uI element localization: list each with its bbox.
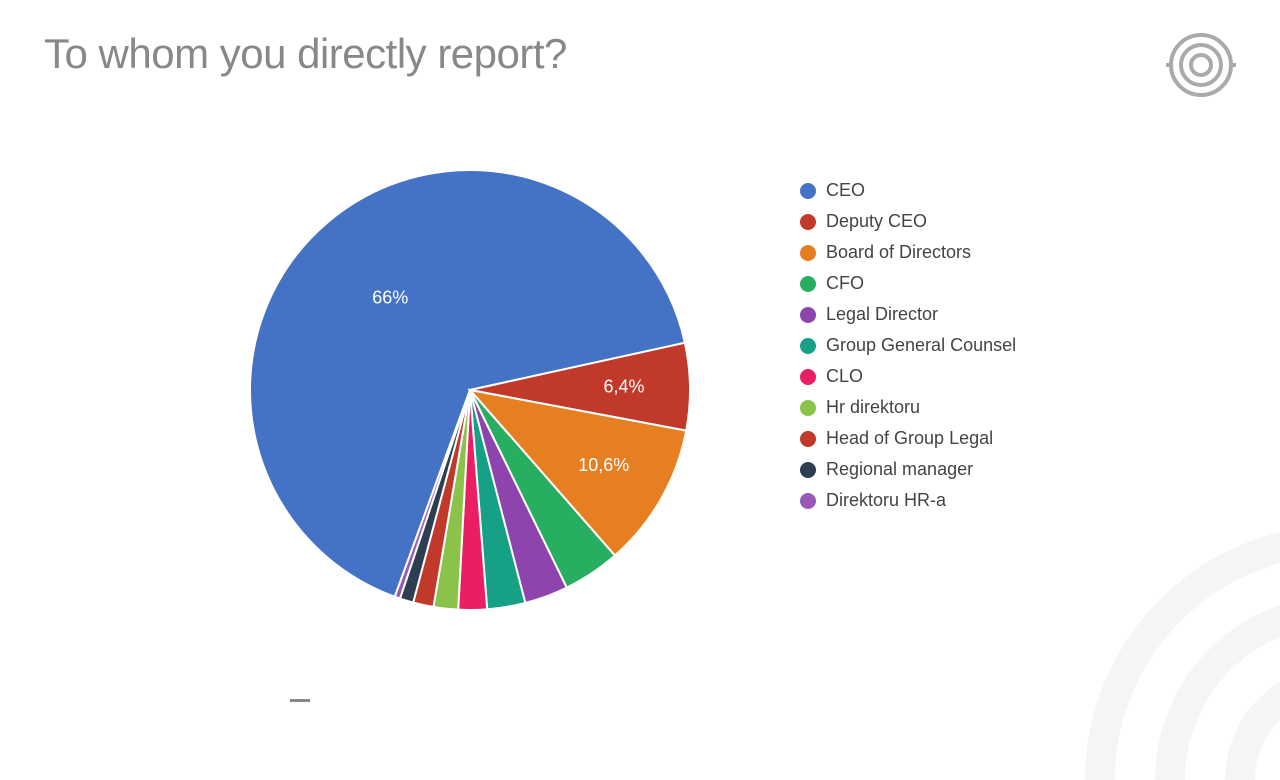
legend-item: CLO (800, 366, 1016, 387)
logo-icon (1166, 30, 1236, 100)
legend-item: Board of Directors (800, 242, 1016, 263)
svg-text:10,6%: 10,6% (578, 455, 629, 475)
legend-label: Legal Director (826, 304, 938, 325)
legend-item: CEO (800, 180, 1016, 201)
legend-label: Group General Counsel (826, 335, 1016, 356)
slide-indicator (290, 699, 310, 702)
legend-label: CLO (826, 366, 863, 387)
legend-label: Head of Group Legal (826, 428, 993, 449)
legend-item: Direktoru HR-a (800, 490, 1016, 511)
legend-item: CFO (800, 273, 1016, 294)
legend-item: Deputy CEO (800, 211, 1016, 232)
legend-label: Hr direktoru (826, 397, 920, 418)
legend-item: Legal Director (800, 304, 1016, 325)
legend-dot (800, 493, 816, 509)
legend-label: Board of Directors (826, 242, 971, 263)
svg-text:66%: 66% (372, 288, 408, 308)
legend-item: Head of Group Legal (800, 428, 1016, 449)
legend-label: Regional manager (826, 459, 973, 480)
legend-dot (800, 400, 816, 416)
legend-dot (800, 183, 816, 199)
legend-dot (800, 431, 816, 447)
legend-dot (800, 338, 816, 354)
pie-chart: 66% 6,4% 10,6% (220, 140, 720, 640)
legend-dot (800, 462, 816, 478)
legend-label: Deputy CEO (826, 211, 927, 232)
legend-dot (800, 307, 816, 323)
chart-legend: CEO Deputy CEO Board of Directors CFO Legal … (800, 180, 1016, 511)
legend-item: Hr direktoru (800, 397, 1016, 418)
legend-label: CEO (826, 180, 865, 201)
svg-text:6,4%: 6,4% (603, 376, 644, 396)
legend-dot (800, 214, 816, 230)
decorative-circles (1060, 500, 1280, 780)
legend-dot (800, 245, 816, 261)
legend-item: Regional manager (800, 459, 1016, 480)
legend-item: Group General Counsel (800, 335, 1016, 356)
legend-label: CFO (826, 273, 864, 294)
legend-dot (800, 276, 816, 292)
legend-dot (800, 369, 816, 385)
page-title: To whom you directly report? (44, 30, 567, 78)
legend-label: Direktoru HR-a (826, 490, 946, 511)
